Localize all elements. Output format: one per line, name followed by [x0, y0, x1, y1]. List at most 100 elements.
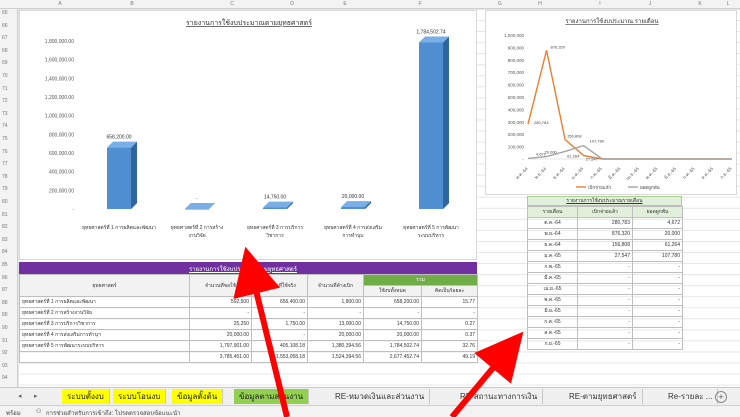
- table-cell[interactable]: -: [577, 338, 633, 350]
- row-header[interactable]: 78: [2, 174, 8, 180]
- row-header[interactable]: 82: [2, 224, 8, 230]
- sheet-tab[interactable]: RE-ตามยุทธศาสตร์: [564, 389, 643, 404]
- table-cell[interactable]: 1,750.00: [251, 318, 308, 330]
- table-cell[interactable]: 156,808: [577, 239, 633, 251]
- row-header[interactable]: 70: [2, 73, 8, 79]
- table-cell[interactable]: 20,000: [632, 228, 683, 240]
- table-cell[interactable]: -: [577, 283, 633, 295]
- row-header[interactable]: 86: [2, 275, 8, 281]
- table-cell[interactable]: 15.77: [420, 296, 479, 308]
- bar[interactable]: [419, 42, 443, 209]
- column-header[interactable]: E: [343, 1, 346, 7]
- row-header[interactable]: 75: [2, 136, 8, 142]
- row-header[interactable]: 71: [2, 86, 8, 92]
- column-header[interactable]: J: [649, 1, 652, 7]
- bar[interactable]: [185, 209, 209, 210]
- row-header[interactable]: 83: [2, 237, 8, 243]
- table-cell[interactable]: 658,200.00: [363, 296, 422, 308]
- table-cell[interactable]: 1,380,394.56: [307, 340, 364, 352]
- table-cell[interactable]: -: [632, 294, 683, 306]
- table-cell[interactable]: -: [363, 307, 422, 319]
- table-cell[interactable]: -: [251, 329, 308, 341]
- table-cell[interactable]: 1,524,394.56: [307, 351, 364, 363]
- table-cell[interactable]: 1,553,058.18: [251, 351, 308, 363]
- table-cell[interactable]: 1,800.00: [307, 296, 364, 308]
- table-cell[interactable]: 20,000.00: [307, 329, 364, 341]
- table-cell[interactable]: ยุทธศาสตร์ที่ 4 การส่งเสริมการทำนุฯ: [19, 329, 190, 341]
- row-header[interactable]: 91: [2, 338, 8, 344]
- table-cell[interactable]: -: [189, 307, 252, 319]
- table-cell[interactable]: 13,000.00: [307, 318, 364, 330]
- column-header[interactable]: K: [698, 1, 701, 7]
- row-header[interactable]: 88: [2, 300, 8, 306]
- table-cell[interactable]: ก.พ.-65: [527, 261, 578, 273]
- sheet-tab[interactable]: ระบบโอนงบ: [113, 389, 167, 404]
- table-cell[interactable]: พ.ค.-65: [527, 294, 578, 306]
- row-header[interactable]: 85: [2, 262, 8, 268]
- sheet-tab[interactable]: ข้อมูลตามส่วนงาน: [234, 389, 310, 404]
- table-cell[interactable]: -: [577, 272, 633, 284]
- table-cell[interactable]: 2,677,452.74: [363, 351, 422, 363]
- table-cell[interactable]: 61,264: [632, 239, 683, 251]
- monthly-line-chart[interactable]: รายงานการใช้งบประมาณ รายเดือน 1,000,000 9…: [485, 10, 737, 195]
- table-cell[interactable]: มิ.ย.-65: [527, 305, 578, 317]
- table-cell[interactable]: 1,784,502.74: [363, 340, 422, 352]
- row-header[interactable]: 68: [2, 48, 8, 54]
- table-cell[interactable]: 3,785,451.00: [189, 351, 252, 363]
- row-header[interactable]: 81: [2, 212, 8, 218]
- table-cell[interactable]: -: [632, 305, 683, 317]
- accessibility-icon[interactable]: ⚇: [36, 408, 41, 415]
- table-cell[interactable]: 27,547: [577, 250, 633, 262]
- column-header[interactable]: B: [130, 1, 133, 7]
- column-header[interactable]: L: [727, 1, 730, 7]
- column-header[interactable]: C: [230, 1, 234, 7]
- row-header[interactable]: 66: [2, 23, 8, 29]
- sheet-tab[interactable]: Re-รายละ ...: [663, 389, 719, 404]
- table-cell[interactable]: ยุทธศาสตร์ที่ 3 การบริการวิชาการ: [19, 318, 190, 330]
- accessibility-status[interactable]: การช่วยสำหรับการเข้าถึง: โปรดตรวจสอบข้อแ…: [46, 408, 180, 417]
- sheet-tab[interactable]: ข้อมูลตั้งต้น: [172, 389, 224, 404]
- add-sheet-icon[interactable]: +: [715, 391, 727, 403]
- table-cell[interactable]: -: [577, 327, 633, 339]
- row-header[interactable]: 74: [2, 123, 8, 129]
- row-header[interactable]: 72: [2, 98, 8, 104]
- table-cell[interactable]: 107,780: [632, 250, 683, 262]
- row-header[interactable]: 77: [2, 161, 8, 167]
- table-cell[interactable]: -: [632, 261, 683, 273]
- row-header[interactable]: 84: [2, 249, 8, 255]
- table-cell[interactable]: -: [577, 316, 633, 328]
- table-cell[interactable]: 14,750.00: [363, 318, 422, 330]
- table-cell[interactable]: ยุทธศาสตร์ที่ 1 การผลิตและพัฒนา: [19, 296, 190, 308]
- table-cell[interactable]: 876,320: [577, 228, 633, 240]
- row-header[interactable]: 73: [2, 111, 8, 117]
- bar[interactable]: [263, 207, 287, 209]
- column-header[interactable]: H: [538, 1, 542, 7]
- table-cell[interactable]: ยุทธศาสตร์ที่ 2 การสร้างงานวิจัย: [19, 307, 190, 319]
- table-cell[interactable]: -: [577, 294, 633, 306]
- table-cell[interactable]: -: [307, 307, 364, 319]
- row-header[interactable]: 92: [2, 350, 8, 356]
- table-cell[interactable]: ส.ค.-65: [527, 327, 578, 339]
- sheet-tab[interactable]: RE-สถานะทางการเงิน: [455, 389, 544, 404]
- table-cell[interactable]: -: [632, 338, 683, 350]
- table-cell[interactable]: ก.ค.-65: [527, 316, 578, 328]
- table-cell[interactable]: -: [577, 261, 633, 273]
- row-header[interactable]: 67: [2, 35, 8, 41]
- row-header[interactable]: 65: [2, 10, 8, 16]
- row-header[interactable]: 76: [2, 149, 8, 155]
- table-cell[interactable]: -: [632, 316, 683, 328]
- row-header[interactable]: 69: [2, 60, 8, 66]
- table-cell[interactable]: -: [577, 305, 633, 317]
- column-header[interactable]: G: [498, 1, 502, 7]
- row-header[interactable]: 93: [2, 363, 8, 369]
- table-cell[interactable]: ยุทธศาสตร์ที่ 5 การพัฒนาระบบบริหาร: [19, 340, 190, 352]
- column-header[interactable]: F: [418, 1, 421, 7]
- table-cell[interactable]: เม.ย.-65: [527, 283, 578, 295]
- table-cell[interactable]: 656,400.00: [251, 296, 308, 308]
- bar[interactable]: [341, 207, 365, 209]
- next-sheet-arrow-icon[interactable]: ▸: [34, 392, 38, 400]
- prev-sheet-arrow-icon[interactable]: ◂: [18, 392, 22, 400]
- table-cell[interactable]: ต.ค.-64: [527, 217, 578, 229]
- table-cell[interactable]: มี.ค.-65: [527, 272, 578, 284]
- table-cell[interactable]: 405,108.18: [251, 340, 308, 352]
